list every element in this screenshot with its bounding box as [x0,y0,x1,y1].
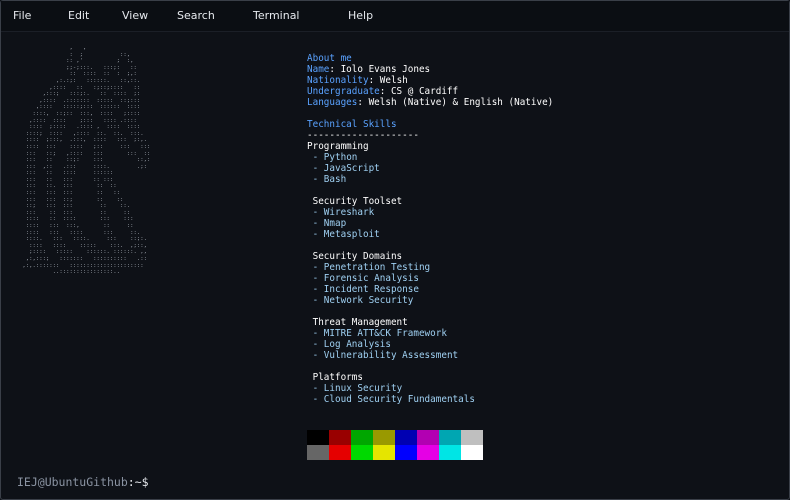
about-key: Nationality [307,75,369,86]
color-swatch [417,445,439,460]
color-swatch [373,445,395,460]
prompt-user: IEJ@UbuntuGithub [17,475,128,489]
color-swatch [307,445,329,460]
menu-help[interactable]: Help [348,9,373,22]
color-swatch [373,430,395,445]
skill-item: - MITRE ATT&CK Framework [307,328,777,339]
skill-item: - Python [307,152,777,163]
color-palette [307,430,483,460]
color-swatch [351,430,373,445]
menu-file[interactable]: File [13,9,31,22]
group-title-security-domains: Security Domains [307,251,403,262]
prompt-symbol: :~$ [127,475,149,489]
color-swatch [307,430,329,445]
color-swatch [329,430,351,445]
menu-view[interactable]: View [122,9,148,22]
dragon-ascii-art: , , : ; ::, :: ,' ; :, ;;-;:::. :::;: ::… [22,45,151,276]
about-row-undergraduate: Undergraduate: CS @ Cardiff [307,86,777,97]
skill-item: - Nmap [307,218,777,229]
skill-item: - Vulnerability Assessment [307,350,777,361]
color-swatch [461,430,483,445]
menu-edit[interactable]: Edit [68,9,89,22]
about-row-languages: Languages: Welsh (Native) & English (Nat… [307,97,777,108]
about-row-name: Name: Iolo Evans Jones [307,64,777,75]
skill-item-text: - Forensic Analysis [312,273,419,284]
menu-search[interactable]: Search [177,9,215,22]
skill-item: - Bash [307,174,777,185]
about-row-nationality: Nationality: Welsh [307,75,777,86]
menu-bar: File Edit View Search Terminal Help [1,1,789,32]
skill-item: - Forensic Analysis [307,273,777,284]
color-swatch [439,445,461,460]
skill-item-text: - JavaScript [312,163,380,174]
skill-item: - Wireshark [307,207,777,218]
about-value: : Welsh [368,75,408,86]
skill-item: - Metasploit [307,229,777,240]
skills-divider: -------------------- [307,130,419,141]
about-key: Undergraduate [307,86,380,97]
about-key: Languages [307,97,358,108]
group-title-platforms: Platforms [307,372,363,383]
skill-item-text: - Vulnerability Assessment [312,350,459,361]
skill-item: - Log Analysis [307,339,777,350]
skill-item-text: - Wireshark [312,207,375,218]
skill-item: - JavaScript [307,163,777,174]
color-swatch [351,445,373,460]
neofetch-info: About me Name: Iolo Evans Jones National… [307,53,777,405]
skill-item-text: - Bash [312,174,347,185]
skills-heading: Technical Skills [307,119,397,130]
color-swatch [439,430,461,445]
about-value: : CS @ Cardiff [379,86,459,97]
skill-item-text: - Log Analysis [312,339,391,350]
about-value: : Iolo Evans Jones [329,64,431,75]
about-heading: About me [307,53,352,64]
shell-prompt[interactable]: IEJ@UbuntuGithub:~$ [17,475,149,489]
color-swatch [395,430,417,445]
skill-item: - Network Security [307,295,777,306]
group-title-programming: Programming [307,141,369,152]
skill-item-text: - MITRE ATT&CK Framework [312,328,447,339]
skill-item-text: - Linux Security [312,383,403,394]
color-swatch [461,445,483,460]
skill-item-text: - Metasploit [312,229,380,240]
menu-terminal[interactable]: Terminal [253,9,300,22]
terminal-window: File Edit View Search Terminal Help , , … [0,0,790,500]
color-swatch [329,445,351,460]
skill-item-text: - Incident Response [312,284,419,295]
skill-item-text: - Network Security [312,295,414,306]
about-key: Name [307,64,330,75]
skill-item-text: - Cloud Security Fundamentals [312,394,475,405]
group-title-threat-management: Threat Management [307,317,408,328]
skill-item: - Linux Security [307,383,777,394]
about-value: : Welsh (Native) & English (Native) [357,97,554,108]
skill-item: - Penetration Testing [307,262,777,273]
group-title-security-toolset: Security Toolset [307,196,403,207]
color-swatch [395,445,417,460]
skill-item-text: - Penetration Testing [312,262,431,273]
skill-item-text: - Nmap [312,218,347,229]
skill-item: - Incident Response [307,284,777,295]
skill-item-text: - Python [312,152,358,163]
color-swatch [417,430,439,445]
skill-item: - Cloud Security Fundamentals [307,394,777,405]
